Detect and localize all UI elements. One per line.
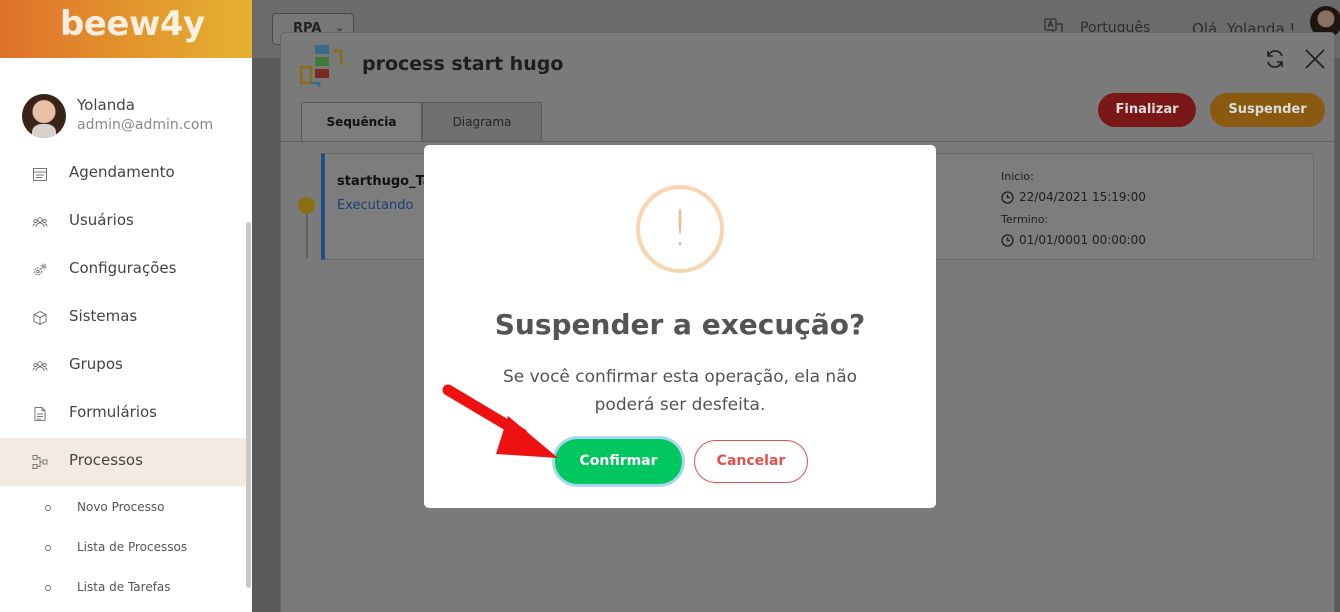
sidebar-item-label: Formulários <box>69 403 157 421</box>
process-title: process start hugo <box>362 53 564 75</box>
tab-diagrama[interactable]: Diagrama <box>422 102 542 142</box>
groups-icon <box>32 361 48 372</box>
task-status: Executando <box>337 198 414 213</box>
finalize-button[interactable]: Finalizar <box>1098 93 1196 127</box>
tab-label: Sequência <box>326 115 397 129</box>
refresh-icon[interactable] <box>1263 47 1287 71</box>
logo-bar: beew4y <box>0 0 252 58</box>
sidebar-item-processos[interactable]: Processos <box>0 438 248 486</box>
task-name: starthugo_Ta <box>337 174 432 189</box>
sidebar-subitem-novo-processo[interactable]: Novo Processo <box>0 488 248 528</box>
start-label: Inicio: <box>1001 170 1034 183</box>
clock-icon <box>1001 191 1014 204</box>
sidebar-item-agendamento[interactable]: Agendamento <box>0 150 248 198</box>
sidebar-item-label: Configurações <box>69 259 177 277</box>
end-label: Termino: <box>1001 213 1049 226</box>
annotation-arrow-icon <box>442 384 558 458</box>
sidebar-subitem-lista-tarefas[interactable]: Lista de Tarefas <box>0 568 248 608</box>
sidebar-item-usuarios[interactable]: Usuários <box>0 198 248 246</box>
tab-sequencia[interactable]: Sequência <box>301 102 422 142</box>
user-name: Yolanda <box>77 96 135 114</box>
dialog-title: Suspender a execução? <box>494 308 866 341</box>
user-email: admin@admin.com <box>77 117 214 133</box>
sidebar-item-label: Processos <box>69 451 143 469</box>
timeline-dot <box>298 197 315 214</box>
tab-divider <box>281 141 1334 142</box>
avatar[interactable] <box>22 94 66 138</box>
document-icon <box>34 407 46 421</box>
close-icon[interactable] <box>1303 47 1327 71</box>
sidebar-item-label: Grupos <box>69 355 123 373</box>
bullet-icon <box>45 585 51 591</box>
logo[interactable]: beew4y <box>60 4 205 44</box>
sidebar-item-formularios[interactable]: Formulários <box>0 390 248 438</box>
bullet-icon <box>45 505 51 511</box>
calendar-icon <box>33 168 47 181</box>
gears-icon <box>34 263 47 276</box>
sidebar-item-grupos[interactable]: Grupos <box>0 342 248 390</box>
warning-icon: ! <box>636 185 724 273</box>
start-value: 22/04/2021 15:19:00 <box>1019 190 1146 204</box>
cancel-button[interactable]: Cancelar <box>694 440 808 483</box>
sidebar-subitem-lista-processos[interactable]: Lista de Processos <box>0 528 248 568</box>
confirm-button[interactable]: Confirmar <box>555 439 682 484</box>
sidebar-subitem-label: Novo Processo <box>77 500 165 514</box>
warning-mark: ! <box>670 201 690 257</box>
suspend-button[interactable]: Suspender <box>1210 93 1325 127</box>
sidebar-item-label: Usuários <box>69 211 134 229</box>
process-flow-icon <box>299 45 343 87</box>
sidebar-subitem-label: Lista de Tarefas <box>77 580 171 594</box>
tab-label: Diagrama <box>452 115 512 129</box>
sidebar-item-label: Agendamento <box>69 163 175 181</box>
users-icon <box>32 217 48 228</box>
sidebar-item-sistemas[interactable]: Sistemas <box>0 294 248 342</box>
process-icon <box>32 455 48 469</box>
end-value: 01/01/0001 00:00:00 <box>1019 233 1146 247</box>
sidebar-scrollbar[interactable] <box>246 222 251 588</box>
sidebar-subitem-label: Lista de Processos <box>77 540 188 554</box>
cube-icon <box>33 310 47 326</box>
bullet-icon <box>45 545 51 551</box>
sidebar-item-configuracoes[interactable]: Configurações <box>0 246 248 294</box>
clock-icon <box>1001 234 1014 247</box>
sidebar-item-label: Sistemas <box>69 307 138 325</box>
sidebar: beew4y Yolanda admin@admin.com Agendamen… <box>0 0 252 612</box>
